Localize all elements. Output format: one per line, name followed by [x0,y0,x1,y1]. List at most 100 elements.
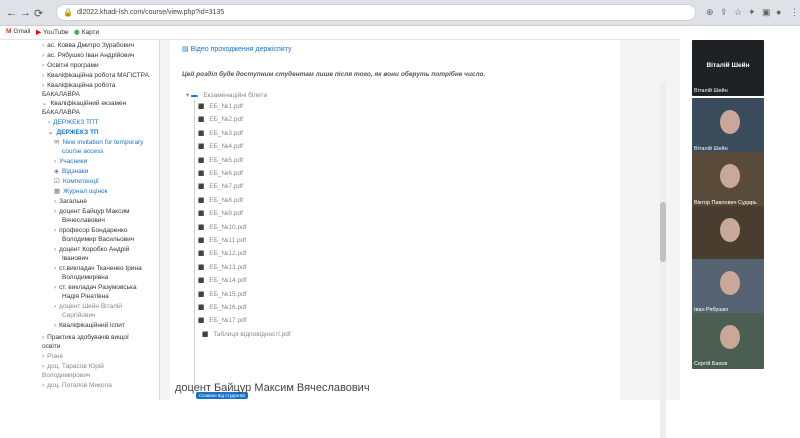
participant-video [720,218,740,242]
page-icon: ▤ [182,46,191,53]
participant-name: Віталій Шейн [694,88,728,94]
sidebar-item-cont: Вячеславович [62,217,105,224]
profile-icon[interactable]: ● [776,7,781,17]
file-link[interactable]: ⬛ ЕБ_№3.pdf [198,130,243,137]
sidebar-item[interactable]: › доцент Байцур Максим [54,208,129,216]
file-link[interactable]: ⬛ ЕБ_№7.pdf [198,183,243,190]
sidebar-item[interactable]: › Загальне [54,198,87,206]
sidebar-link-competencies[interactable]: ☑ Компетенції [54,178,99,186]
chevron-right-icon: › [54,246,57,253]
sidebar-item[interactable]: › ас. Ковва Дмитро Зурабович [42,42,134,50]
pdf-icon: ⬛ [198,291,205,298]
file-name: ЕБ_№9.pdf [209,210,243,218]
sidebar-item[interactable]: › Кваліфікаційна робота [42,82,115,90]
chevron-right-icon: › [54,208,57,215]
chevron-right-icon: › [42,363,45,370]
participant-tile[interactable]: Віталій Шейн Віталій Шейн [692,40,764,96]
chevron-right-icon: › [42,62,45,69]
bookmark-youtube[interactable]: ▶ YouTube [36,28,69,36]
sidebar-item[interactable]: › ас. Рябушко Іван Андрійович [42,52,134,60]
sidebar-item[interactable]: › Кваліфікаційний іспит [54,322,125,330]
sidebar-item[interactable]: › ДЕРЖЕКЗ ТПТ [48,119,99,127]
file-name: ЕБ_№17.pdf [209,317,247,325]
file-link[interactable]: ⬛ ЕБ_№10.pdf [198,224,247,231]
participant-tile[interactable]: Віктор Павлович Сударь [692,152,764,208]
file-name: Таблиця відповідності.pdf [213,330,291,338]
chevron-right-icon: › [42,334,45,341]
chevron-right-icon: › [42,353,45,360]
extensions-icon[interactable]: ✦ [748,7,756,18]
bookmark-star-icon[interactable]: ☆ [734,7,742,18]
sidebar-item[interactable]: ⌄ Кваліфікаційний екзамен [42,100,126,108]
file-link[interactable]: ⬛ ЕБ_№1.pdf [198,103,243,110]
chevron-right-icon: › [54,198,57,205]
sidebar-item[interactable]: › професор Бондаренко [54,227,127,235]
video-link[interactable]: ▤ Відео проходження держіспиту [182,45,291,53]
chevron-right-icon: › [54,265,57,272]
participant-tile[interactable]: Сергій Бахов [692,313,764,369]
participant-tile[interactable] [692,206,764,262]
sidebar-item[interactable]: › доцент Шейн Віталій [54,303,122,311]
file-link[interactable]: ⬛ ЕБ_№6.pdf [198,170,243,177]
scrollbar[interactable] [660,82,666,438]
sidebar-item-cont: Володимирович [42,372,91,379]
chevron-right-icon: › [42,72,45,79]
file-name: ЕБ_№11.pdf [209,237,247,244]
file-link[interactable]: ⬛ ЕБ_№8.pdf [198,197,243,204]
file-name: ЕБ_№10.pdf [209,223,247,231]
file-link[interactable]: ⬛ ЕБ_№5.pdf [198,157,243,164]
gmail-icon: M [6,28,12,35]
participant-tile[interactable]: Віталій Шейн [692,98,764,154]
sidebar-item[interactable]: › доцент Коробко Андрій [54,246,129,254]
back-icon[interactable]: ← [6,7,17,19]
translate-icon[interactable]: ⊕ [706,7,714,18]
file-link[interactable]: ⬛ ЕБ_№17.pdf [198,317,247,324]
sidebar-item[interactable]: › Практика здобувачів вищої [42,334,129,342]
file-link[interactable]: ⬛ ЕБ_№2.pdf [198,116,243,123]
url-text[interactable]: dl2022.khadi-lsh.com/course/view.php?id=… [77,9,224,16]
file-link[interactable]: ⬛ ЕБ_№12.pdf [198,250,247,257]
file-name: ЕБ_№15.pdf [209,290,247,298]
file-name: ЕБ_№6.pdf [209,170,243,177]
file-link[interactable]: ⬛ ЕБ_№15.pdf [198,291,247,298]
file-link[interactable]: ⬛ ЕБ_№9.pdf [198,210,243,217]
participant-tile[interactable]: Іван Рябушко [692,259,764,315]
browser-toolbar: ← → ⟳ 🔒 dl2022.khadi-lsh.com/course/view… [0,0,800,26]
file-link[interactable]: ⬛ ЕБ_№16.pdf [198,304,247,311]
maps-icon: ◉ [74,29,80,36]
sidebar-item-cont: Володимирівна [62,274,109,281]
mail-icon: ✉ [54,139,60,146]
address-bar[interactable]: 🔒 dl2022.khadi-lsh.com/course/view.php?i… [56,4,696,21]
sidebar-item-active[interactable]: ⌄ ДЕРЖЕКЗ ТП [48,129,99,137]
file-name: ЕБ_№12.pdf [209,250,247,258]
folder-node[interactable]: ▾ ▬ Екзаменаційні білети [186,91,267,99]
sidebar-item-cont: course access [62,148,104,155]
sidebar-link-grades[interactable]: ▦ Журнал оцінок [54,188,108,196]
pdf-icon: ⬛ [198,144,205,151]
reload-icon[interactable]: ⟳ [34,7,43,20]
participant-video [720,164,740,188]
file-link[interactable]: ⬛ ЕБ_№4.pdf [198,143,243,150]
file-link[interactable]: ⬛ ЕБ_№14.pdf [198,277,247,284]
sidepanel-icon[interactable]: ▣ [762,7,771,18]
sidebar-item[interactable]: › ст. викладач Разумовська [54,284,137,292]
bookmark-gmail[interactable]: M Gmail [6,28,30,35]
bookmark-maps[interactable]: ◉ Карти [74,28,99,36]
file-link[interactable]: ⬛ Таблиця відповідності.pdf [202,331,291,338]
sidebar-item[interactable]: › Освітні програми [42,62,99,70]
menu-icon[interactable]: ⋮ [790,7,799,18]
sidebar-item[interactable]: › доц. Потапов Микола [42,382,112,390]
file-link[interactable]: ⬛ ЕБ_№13.pdf [198,264,247,271]
sidebar-item[interactable]: › ст.викладач Ткаченко Ірина [54,265,142,273]
sidebar-item[interactable]: › доц. Тарасов Юрій [42,363,104,371]
file-link[interactable]: ⬛ ЕБ_№11.pdf [198,237,246,244]
scrollbar-thumb[interactable] [660,202,666,262]
forward-icon[interactable]: → [20,7,31,19]
sidebar-item[interactable]: › Кваліфікаційна робота МАГІСТРА [42,72,149,80]
sidebar-link-participants[interactable]: › Учасники [54,158,87,166]
sidebar-item[interactable]: › Різне [42,353,63,361]
course-section: ▤ Відео проходження держіспиту Цей розді… [170,40,620,400]
share-icon[interactable]: ⇪ [720,7,728,18]
sidebar-link-badges[interactable]: ◈ Відзнаки [54,168,88,176]
sidebar-link-invitation[interactable]: ✉ New invitation for temporary [54,139,143,147]
